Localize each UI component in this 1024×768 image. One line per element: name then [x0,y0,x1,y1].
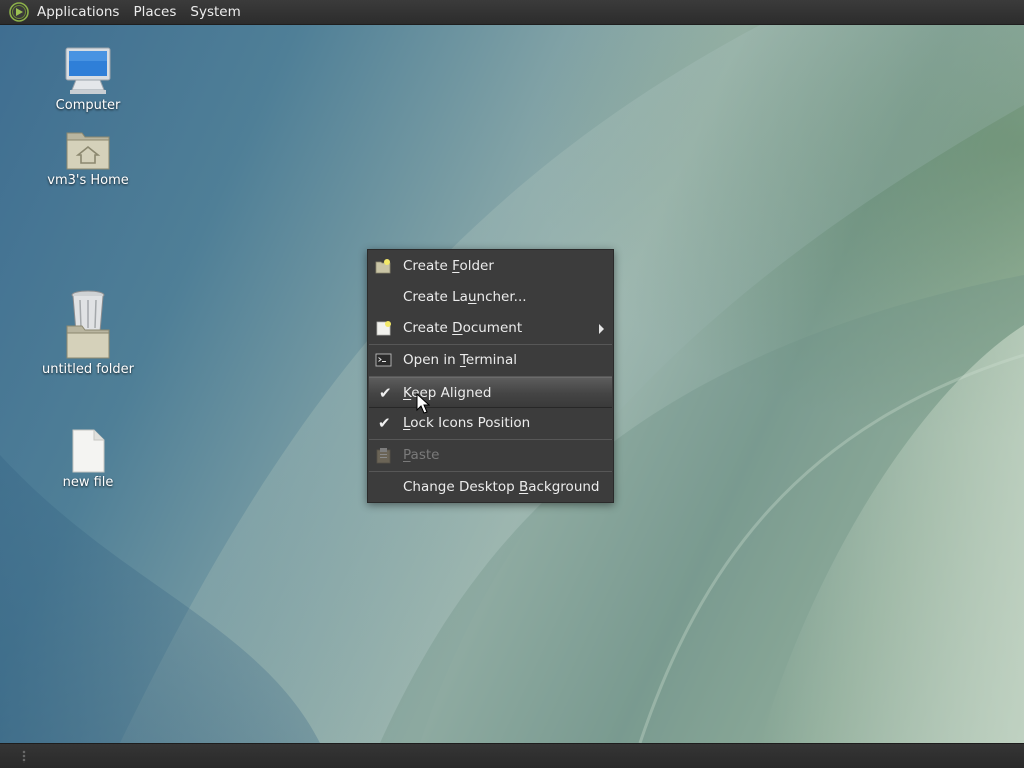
distro-logo-icon[interactable] [8,1,30,23]
menu-label: Create La [403,289,468,305]
desktop-icon-label: vm3's Home [47,173,129,188]
menu-label: ock Icons Position [410,415,531,431]
paste-icon [376,448,391,464]
menu-label: Open in [403,352,460,368]
submenu-arrow-icon [599,324,604,334]
menu-item-create-folder[interactable]: Create Folder [368,251,613,282]
terminal-icon [375,353,392,367]
menu-label: erminal [465,352,518,368]
desktop-context-menu: Create Folder Create Launcher... Create … [367,249,614,503]
top-panel: Applications Places System [0,0,1024,25]
file-icon [72,429,105,473]
menu-mnemonic: u [467,289,477,305]
desktop-icon-new-file[interactable]: new file [33,429,143,490]
menu-item-paste: Paste [368,440,613,471]
checkmark-icon: ✔ [378,414,391,432]
menu-item-keep-aligned[interactable]: ✔ Keep Aligned [369,377,612,408]
desktop-icon-label: new file [62,475,114,490]
new-folder-icon [375,259,391,274]
desktop-icon-home[interactable]: vm3's Home [33,127,143,188]
menu-label: Create [403,258,453,274]
menu-item-create-document[interactable]: Create Document [368,313,613,344]
applications-menu[interactable]: Applications [30,0,126,25]
menu-mnemonic: K [403,385,412,401]
menu-label: Create [403,320,453,336]
menu-label: older [459,258,494,274]
menu-item-change-desktop-background[interactable]: Change Desktop Background [368,472,613,503]
menu-label: ackground [528,479,600,495]
menu-label: Change Desktop [403,479,519,495]
desktop-icon-computer[interactable]: Computer [33,46,143,113]
menu-mnemonic: P [403,447,411,463]
desktop-icon-untitled-folder[interactable]: untitled folder [33,288,143,377]
system-menu[interactable]: System [183,0,247,25]
menu-mnemonic: B [518,479,529,495]
computer-icon [65,47,111,94]
menu-label: ncher... [476,289,527,305]
desktop-icon-label: Computer [55,98,121,113]
home-folder-icon [66,132,110,170]
menu-item-open-in-terminal[interactable]: Open in Terminal [368,345,613,376]
menu-label: ocument [462,320,523,336]
panel-drag-handle[interactable] [22,750,26,763]
menu-item-lock-icons-position[interactable]: ✔ Lock Icons Position [368,408,613,439]
desktop-icon-label: untitled folder [41,362,134,377]
new-document-icon [376,321,391,336]
bottom-panel [0,743,1024,768]
mouse-pointer-icon [416,393,430,414]
menu-mnemonic: D [452,320,463,336]
places-menu[interactable]: Places [126,0,183,25]
checkmark-icon: ✔ [379,384,392,402]
menu-label: aste [410,447,440,463]
menu-item-create-launcher[interactable]: Create Launcher... [368,282,613,313]
